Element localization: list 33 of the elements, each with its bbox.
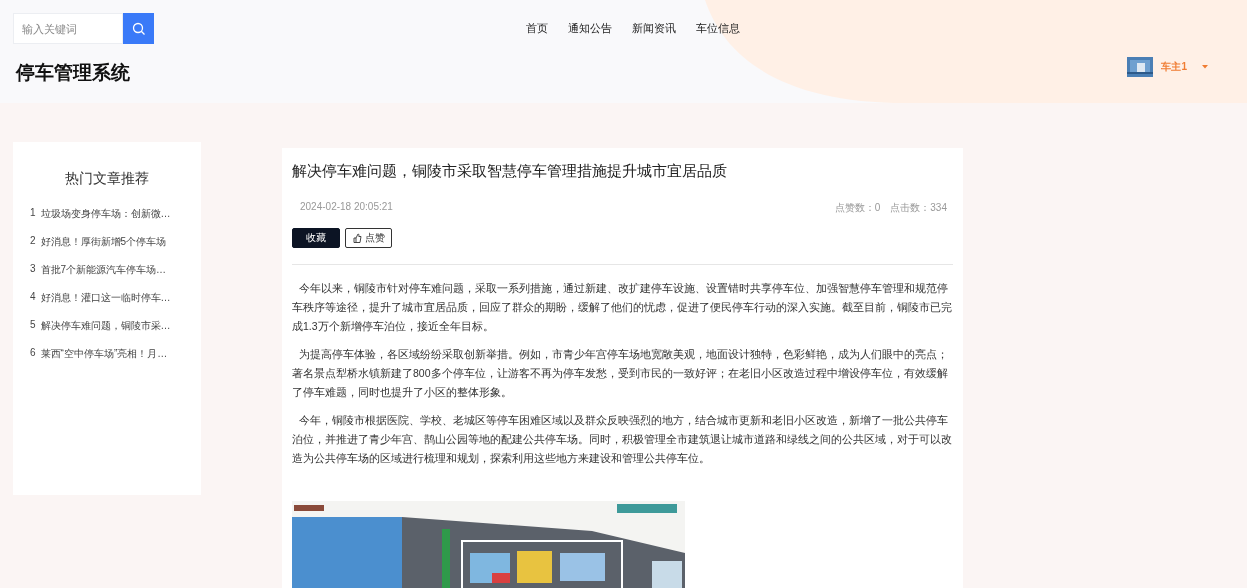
rank-number: 3 [30, 263, 36, 274]
rank-number: 4 [30, 291, 36, 302]
paragraph: 为提高停车体验，各区域纷纷采取创新举措。例如，市青少年宫停车场地宽敞美观，地面设计独特，色彩鲜艳，成为人们眼中的亮点；著名景点犁桥水镇新建了800多个停车位，让游客不再为停车发愁，受到市民的一致好评；在老旧小区改造过程中增设停车位，有效缓解了停车难题，同时也提升了小区的整体形象。 [292, 347, 950, 400]
rank-number: 2 [30, 235, 36, 246]
search-icon [131, 21, 146, 36]
avatar-icon [1127, 57, 1154, 77]
nav-link[interactable]: 通知公告 [568, 21, 612, 36]
article-link[interactable]: 好消息！灌口这一临时停车… [40, 291, 171, 305]
nav-link[interactable]: 首页 [526, 21, 548, 36]
sidebar-title: 热门文章推荐 [64, 170, 150, 188]
search-field[interactable]: 输入关键词 [13, 13, 123, 44]
article-link[interactable]: 解决停车难问题，铜陵市采… [40, 319, 171, 333]
paragraph: 今年以来，铜陵市针对停车难问题，采取一系列措施，通过新建、改扩建停车设施、设置错时共享停车位、加强智慧停车管理和规范停车秩序等途径，提升了城市宜居品质，回应了群众的期盼，缓解了他们的忧虑，促进了便民停车行动的深入实施。截至目前，铜陵市已完成1.3万个新增停车泊位，接近全年目标。 [292, 281, 953, 334]
click-count: 点击数：334 [890, 201, 947, 215]
article-link[interactable]: 好消息！厚街新增5个停车场 [40, 235, 167, 249]
paragraph: 今年，铜陵市根据医院、学校、老城区等停车困难区域以及群众反映强烈的地方，结合城市更新和老旧小区改造，新增了一批公共停车泊位，并推进了青少年宫、鹊山公园等地的配建公共停车场。同时，积极管理全市建筑退让城市道路和绿线之间的公共区域，对于可以改造为公共停车场的区域进行梳理和规划，探索利用这些地方来建设和管理公共停车位。 [292, 413, 953, 466]
nav-link[interactable]: 新闻资讯 [632, 21, 676, 36]
rank-number: 5 [30, 319, 36, 330]
rank-number: 1 [30, 207, 36, 218]
search-button[interactable] [123, 13, 154, 44]
like-count: 点赞数：0 [834, 201, 881, 215]
article-link[interactable]: 垃圾场变身停车场：创新微… [40, 207, 171, 221]
article-link[interactable]: 莱西“空中停车场”亮相！月… [40, 347, 168, 361]
caret-icon[interactable] [1201, 64, 1209, 70]
article-link[interactable]: 首批7个新能源汽车停车场… [40, 263, 167, 277]
article-title: 解决停车难问题，铜陵市采取智慧停车管理措施提升城市宜居品质 [292, 162, 728, 181]
thumb-up-icon [352, 233, 362, 243]
rank-number: 6 [30, 347, 36, 358]
favorite-button[interactable]: 收藏 [292, 228, 340, 248]
nav-link[interactable]: 车位信息 [696, 21, 740, 36]
like-button[interactable]: 点赞 [345, 228, 392, 248]
site-title: 停车管理系统 [16, 61, 130, 85]
publish-date: 2024-02-18 20:05:21 [300, 201, 393, 214]
